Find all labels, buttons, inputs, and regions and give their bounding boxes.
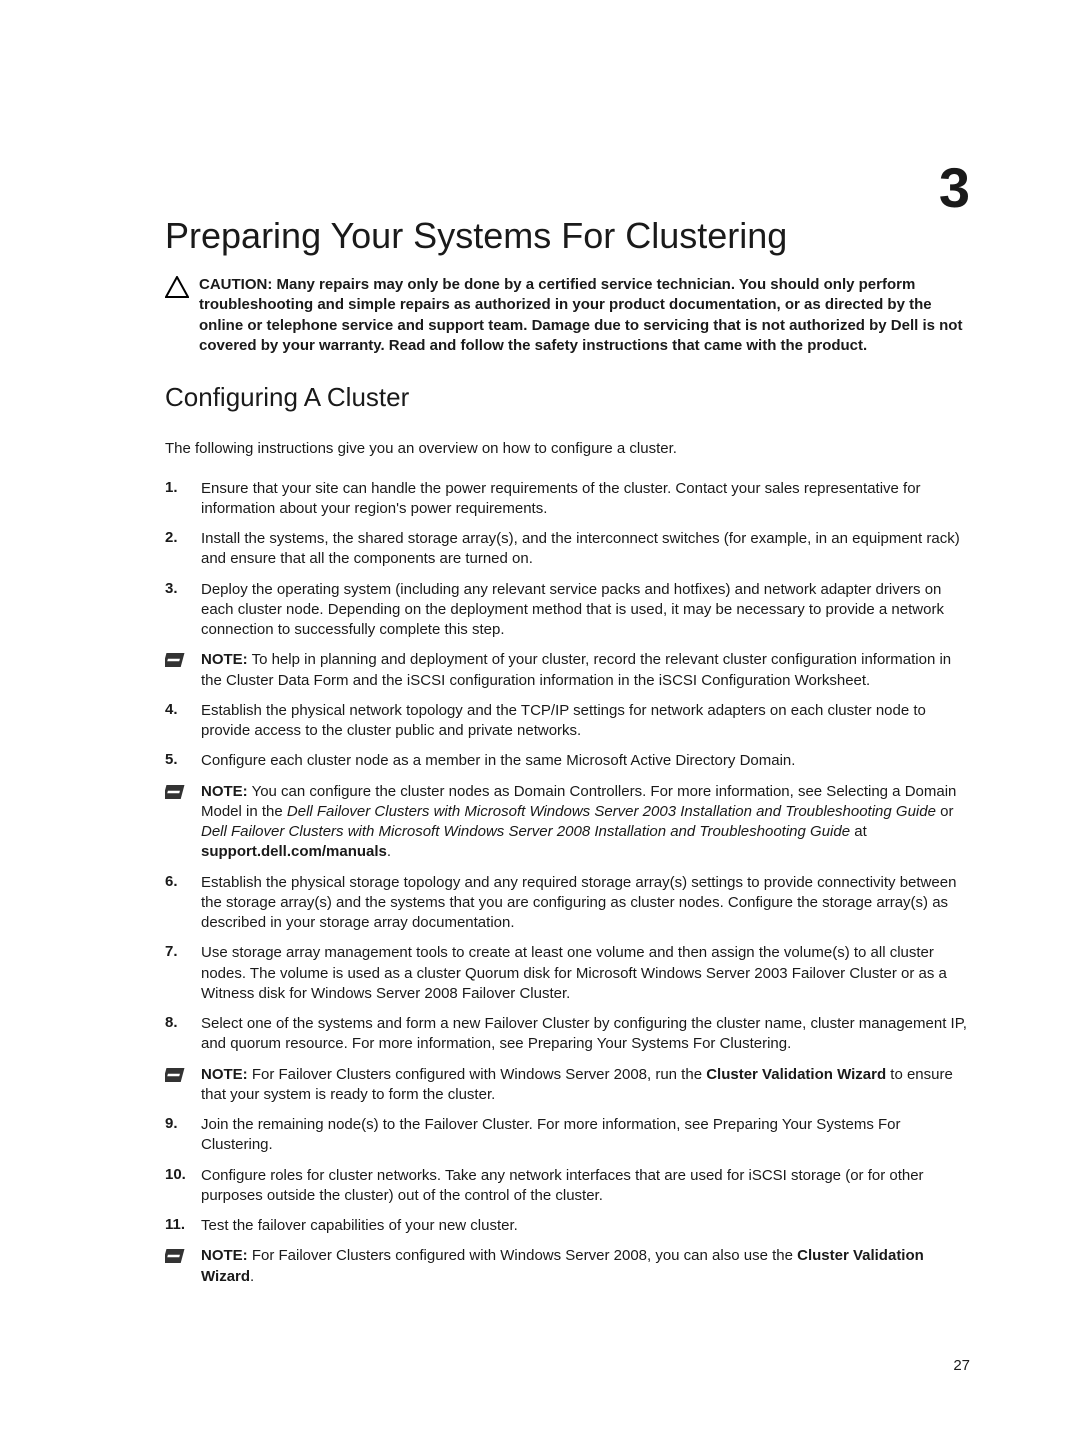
list-item: 9. Join the remaining node(s) to the Fai… (165, 1115, 970, 1156)
note-bold: support.dell.com/manuals (201, 843, 387, 860)
section-intro: The following instructions give you an o… (165, 439, 970, 459)
step-text: Configure roles for cluster networks. Ta… (201, 1166, 970, 1207)
caution-body: Many repairs may only be done by a certi… (199, 276, 962, 354)
note-text: NOTE: For Failover Clusters configured w… (201, 1065, 970, 1106)
list-item: 1. Ensure that your site can handle the … (165, 479, 970, 520)
step-text: Test the failover capabilities of your n… (201, 1216, 970, 1236)
caution-label: CAUTION: (199, 276, 272, 293)
list-item: 10. Configure roles for cluster networks… (165, 1166, 970, 1207)
step-text: Configure each cluster node as a member … (201, 751, 970, 771)
step-text: Establish the physical network topology … (201, 701, 970, 742)
note-text: NOTE: You can configure the cluster node… (201, 782, 970, 863)
step-number: 9. (165, 1115, 201, 1132)
note-body: To help in planning and deployment of yo… (201, 651, 951, 688)
step-number: 2. (165, 529, 201, 546)
list-item: 7. Use storage array management tools to… (165, 943, 970, 1004)
list-item: 11. Test the failover capabilities of yo… (165, 1216, 970, 1236)
chapter-title: Preparing Your Systems For Clustering (165, 215, 970, 257)
caution-text: CAUTION: Many repairs may only be done b… (199, 275, 970, 356)
chapter-number: 3 (939, 155, 970, 220)
note-prefix: For Failover Clusters configured with Wi… (252, 1066, 706, 1083)
note-suffix: . (250, 1268, 254, 1285)
note-label: NOTE: (201, 783, 248, 800)
note-bold: Cluster Validation Wizard (706, 1066, 886, 1083)
step-number: 10. (165, 1166, 201, 1183)
step-text: Ensure that your site can handle the pow… (201, 479, 970, 520)
step-number: 7. (165, 943, 201, 960)
note-block: NOTE: For Failover Clusters configured w… (165, 1246, 970, 1287)
note-mid: or (936, 803, 954, 820)
list-item: 6. Establish the physical storage topolo… (165, 873, 970, 934)
step-number: 3. (165, 580, 201, 597)
note-block: NOTE: You can configure the cluster node… (165, 782, 970, 863)
note-icon (165, 783, 187, 801)
step-number: 5. (165, 751, 201, 768)
caution-block: CAUTION: Many repairs may only be done b… (165, 275, 970, 356)
step-text: Use storage array management tools to cr… (201, 943, 970, 1004)
page-number: 27 (953, 1357, 970, 1374)
note-label: NOTE: (201, 651, 248, 668)
note-italic: Dell Failover Clusters with Microsoft Wi… (201, 823, 850, 840)
step-text: Deploy the operating system (including a… (201, 580, 970, 641)
step-number: 4. (165, 701, 201, 718)
note-mid: at (850, 823, 867, 840)
note-suffix: . (387, 843, 391, 860)
step-text: Establish the physical storage topology … (201, 873, 970, 934)
step-text: Install the systems, the shared storage … (201, 529, 970, 570)
step-text: Select one of the systems and form a new… (201, 1014, 970, 1055)
step-number: 1. (165, 479, 201, 496)
list-item: 3. Deploy the operating system (includin… (165, 580, 970, 641)
note-icon (165, 1247, 187, 1265)
step-number: 11. (165, 1216, 201, 1233)
note-block: NOTE: For Failover Clusters configured w… (165, 1065, 970, 1106)
list-item: 4. Establish the physical network topolo… (165, 701, 970, 742)
note-label: NOTE: (201, 1066, 248, 1083)
step-number: 8. (165, 1014, 201, 1031)
note-prefix: For Failover Clusters configured with Wi… (252, 1247, 797, 1264)
note-label: NOTE: (201, 1247, 248, 1264)
list-item: 5. Configure each cluster node as a memb… (165, 751, 970, 771)
step-text: Join the remaining node(s) to the Failov… (201, 1115, 970, 1156)
caution-icon (165, 276, 189, 298)
step-number: 6. (165, 873, 201, 890)
list-item: 2. Install the systems, the shared stora… (165, 529, 970, 570)
note-italic: Dell Failover Clusters with Microsoft Wi… (287, 803, 936, 820)
list-item: 8. Select one of the systems and form a … (165, 1014, 970, 1055)
steps-list: 1. Ensure that your site can handle the … (165, 479, 970, 1287)
note-text: NOTE: For Failover Clusters configured w… (201, 1246, 970, 1287)
note-icon (165, 651, 187, 669)
section-title: Configuring A Cluster (165, 382, 970, 413)
note-icon (165, 1066, 187, 1084)
note-text: NOTE: To help in planning and deployment… (201, 650, 970, 691)
note-block: NOTE: To help in planning and deployment… (165, 650, 970, 691)
